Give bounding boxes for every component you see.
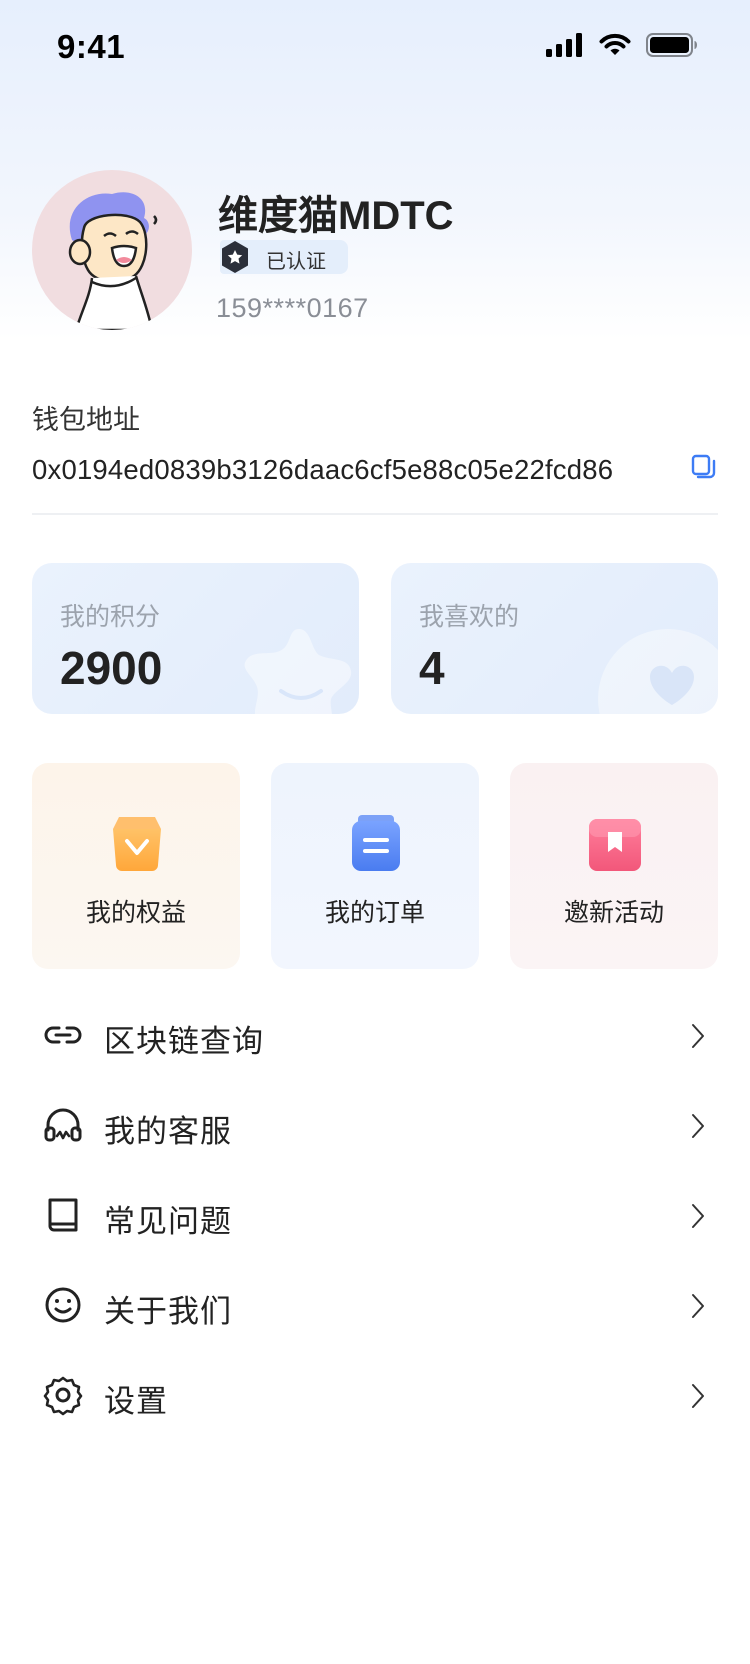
chevron-right-icon (692, 1204, 704, 1228)
heart-decoration-icon (598, 629, 718, 714)
benefits-label: 我的权益 (85, 899, 186, 927)
points-label: 我的积分 (60, 603, 161, 631)
menu-item-label: 常见问题 (104, 1204, 232, 1239)
status-icons (546, 33, 698, 57)
book-icon (48, 1198, 78, 1232)
points-card[interactable]: 我的积分 2900 (32, 563, 359, 714)
invite-card[interactable]: 邀新活动 (510, 763, 718, 969)
status-time: 9:41 (57, 28, 126, 65)
chevron-right-icon (692, 1294, 704, 1318)
benefits-card[interactable]: 我的权益 (32, 763, 240, 969)
menu-item-settings[interactable]: 设置 (32, 1350, 718, 1440)
verified-badge: 已认证 (220, 240, 348, 274)
favorites-card[interactable]: 我喜欢的 4 (391, 563, 718, 714)
menu-item-label: 设置 (104, 1384, 168, 1419)
verified-shield-icon (222, 241, 248, 273)
smiley-icon (45, 1287, 81, 1323)
copy-icon[interactable] (690, 453, 718, 481)
username: 维度猫MDTC (218, 194, 454, 238)
wallet-address: 0x0194ed0839b3126daac6cf5e88c05e22fcd86 (32, 454, 614, 485)
verified-badge-label: 已认证 (266, 251, 326, 273)
chevron-right-icon (692, 1024, 704, 1048)
bookmark-icon (589, 819, 641, 871)
menu-item-customer-service[interactable]: 我的客服 (32, 1080, 718, 1170)
profile-page: 9:41 维度猫MDTC 已认证 159****0167 钱包地址 0x0194… (0, 0, 750, 1664)
signal-icon (546, 33, 582, 57)
points-value: 2900 (60, 642, 163, 694)
orders-card[interactable]: 我的订单 (271, 763, 479, 969)
avatar-illustration (68, 192, 158, 330)
link-icon (44, 1026, 82, 1044)
chevron-right-icon (692, 1114, 704, 1138)
invite-label: 邀新活动 (563, 899, 664, 927)
gear-icon (43, 1376, 83, 1416)
menu-item-about-us[interactable]: 关于我们 (32, 1260, 718, 1350)
headset-icon (44, 1108, 82, 1142)
favorites-label: 我喜欢的 (419, 603, 520, 631)
menu-item-label: 关于我们 (104, 1294, 232, 1329)
avatar[interactable] (32, 170, 192, 330)
chevron-right-icon (692, 1384, 704, 1408)
order-list-icon (352, 815, 400, 871)
divider (32, 513, 718, 515)
menu-item-label: 我的客服 (104, 1114, 232, 1149)
battery-icon (646, 33, 697, 57)
status-bar: 9:41 (0, 0, 750, 95)
favorites-value: 4 (419, 642, 445, 694)
menu-item-label: 区块链查询 (104, 1024, 264, 1059)
gift-bag-icon (113, 817, 161, 871)
orders-label: 我的订单 (324, 899, 425, 927)
wifi-icon (599, 33, 631, 55)
star-decoration-icon (244, 629, 352, 714)
phone-number: 159****0167 (216, 293, 369, 323)
wallet-label: 钱包地址 (32, 405, 140, 435)
menu-item-blockchain-query[interactable]: 区块链查询 (32, 990, 718, 1080)
menu-item-faq[interactable]: 常见问题 (32, 1170, 718, 1260)
